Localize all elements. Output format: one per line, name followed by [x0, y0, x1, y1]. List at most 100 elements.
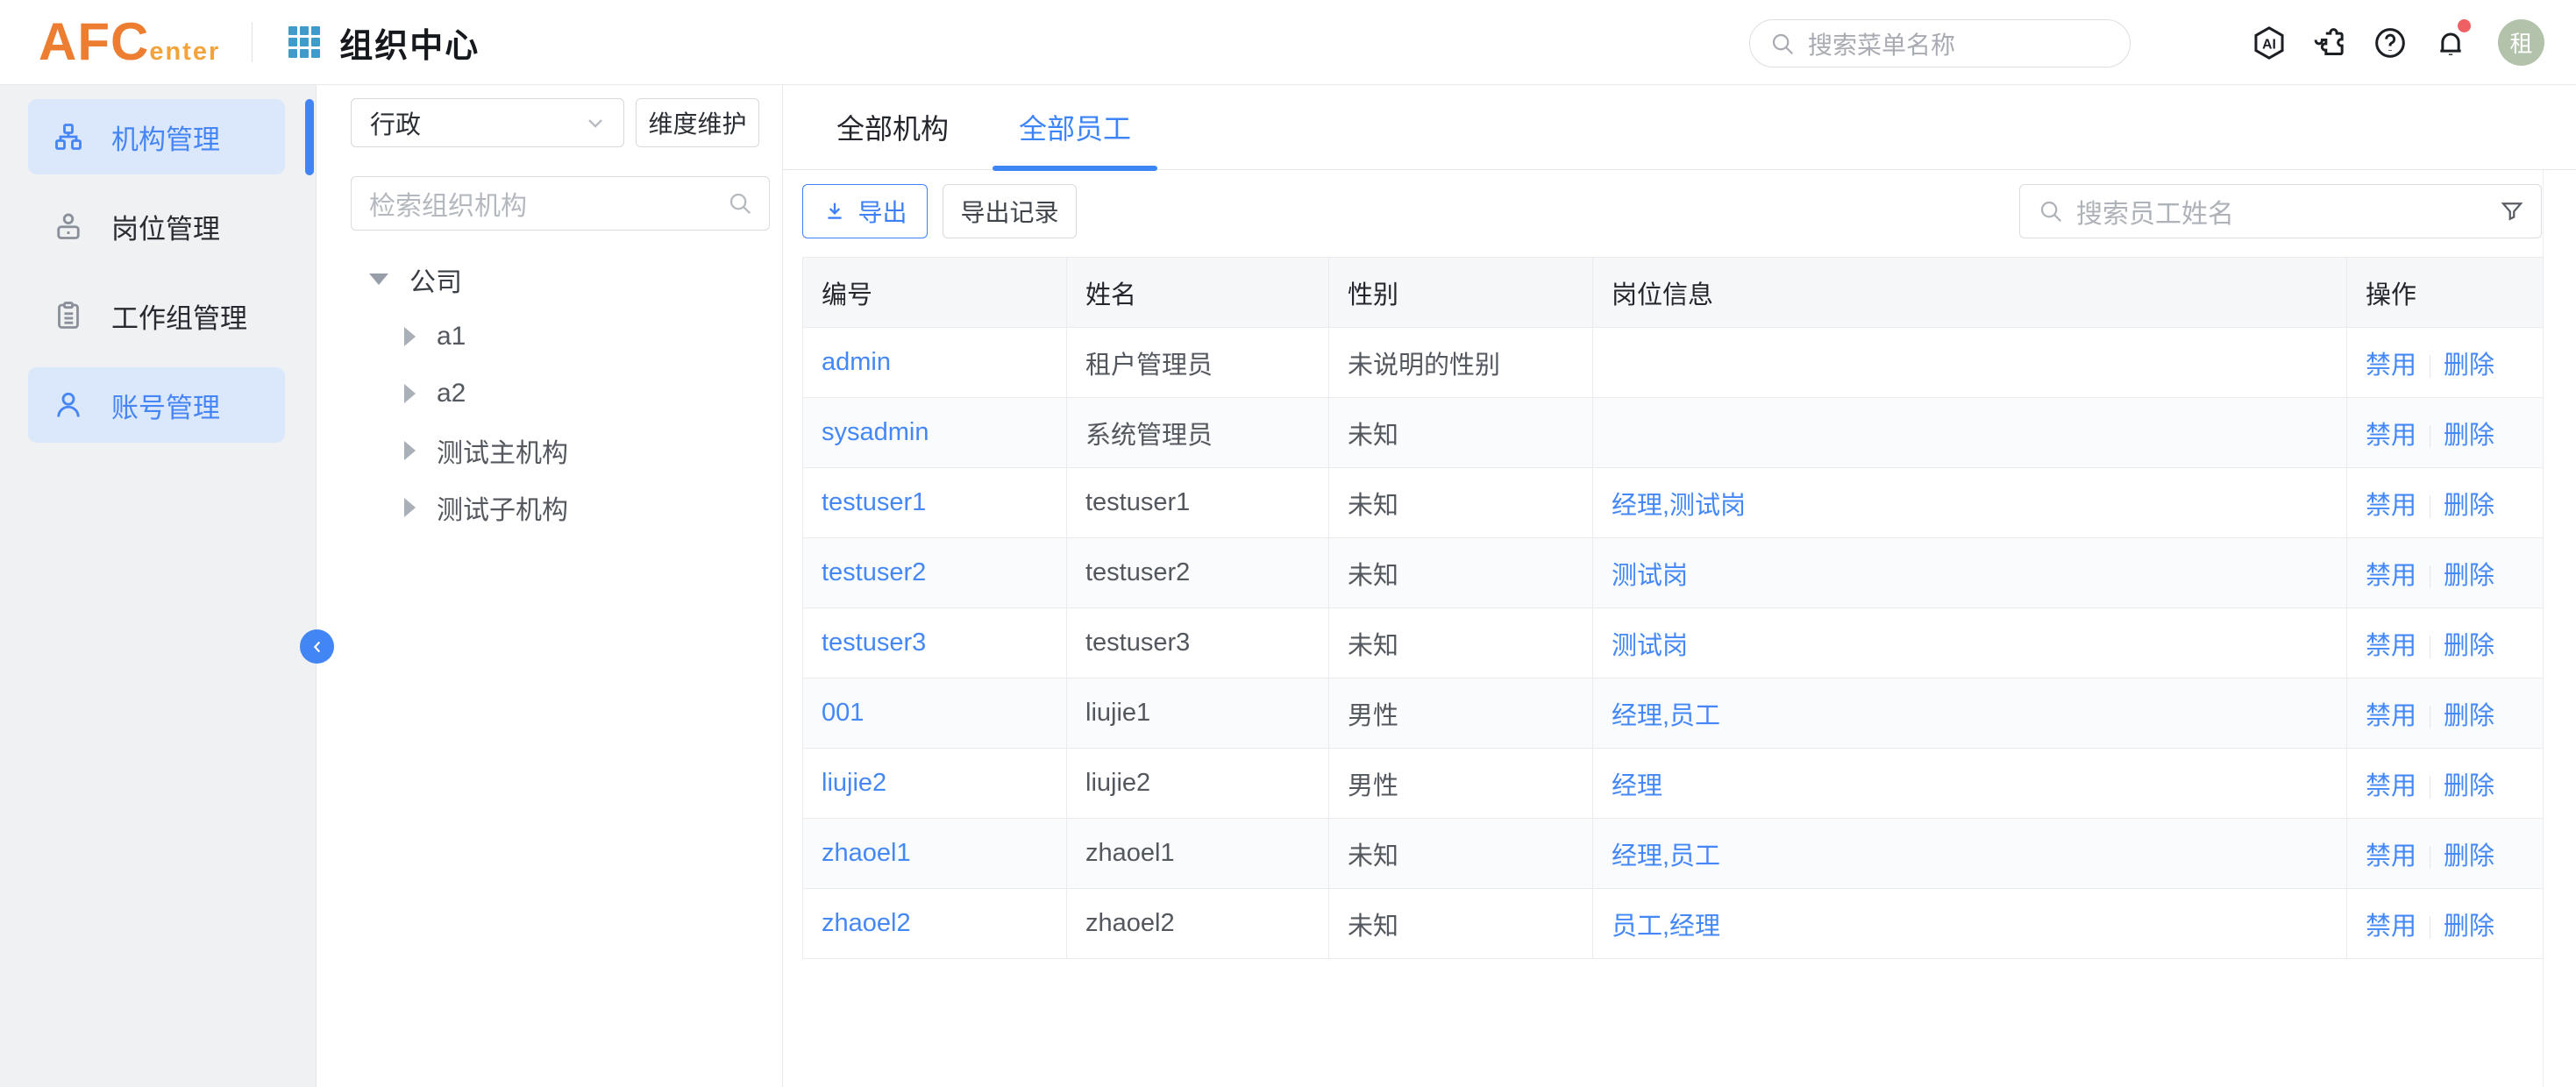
- tree-node[interactable]: a2: [317, 365, 782, 422]
- brand-logo[interactable]: AFC enter: [39, 16, 220, 68]
- sidebar-item-label: 工作组管理: [111, 296, 247, 336]
- delete-link[interactable]: 删除: [2444, 772, 2494, 800]
- employee-name: liujie1: [1067, 678, 1329, 749]
- dimension-select-value: 行政: [370, 104, 421, 141]
- row-actions: 禁用删除: [2347, 398, 2544, 468]
- employee-id-link[interactable]: testuser3: [822, 629, 926, 657]
- disable-link[interactable]: 禁用: [2366, 422, 2416, 450]
- menu-search-placeholder: 搜索菜单名称: [1808, 26, 1955, 61]
- disable-link[interactable]: 禁用: [2366, 913, 2416, 941]
- dimension-maintain-button[interactable]: 维度维护: [636, 98, 759, 147]
- employee-gender: 未知: [1329, 538, 1593, 608]
- tree-node[interactable]: 测试子机构: [317, 479, 782, 536]
- disable-link[interactable]: 禁用: [2366, 772, 2416, 800]
- tree-node-label: 公司: [409, 260, 462, 299]
- employee-id-link[interactable]: testuser1: [822, 488, 926, 516]
- disable-link[interactable]: 禁用: [2366, 562, 2416, 590]
- position-link[interactable]: 经理: [1612, 772, 1662, 800]
- filter-icon[interactable]: [2499, 198, 2525, 224]
- tab-all-employees[interactable]: 全部员工: [993, 85, 1157, 170]
- app-window: AFC enter 组织中心 搜索菜单名称 AI: [0, 0, 2576, 1087]
- caret-right-icon[interactable]: [404, 384, 416, 403]
- header-icon-group: AI: [2251, 0, 2544, 85]
- delete-link[interactable]: 删除: [2444, 352, 2494, 380]
- export-records-label: 导出记录: [960, 194, 1058, 229]
- employee-name: testuser1: [1067, 468, 1329, 538]
- employee-positions: 员工,经理: [1593, 889, 2347, 959]
- tree-node-label: 测试子机构: [437, 488, 568, 527]
- disable-link[interactable]: 禁用: [2366, 842, 2416, 870]
- employee-id-link[interactable]: zhaoel1: [822, 839, 911, 867]
- tab-all-organizations[interactable]: 全部机构: [810, 85, 975, 170]
- employee-id-link[interactable]: zhaoel2: [822, 909, 911, 937]
- position-link[interactable]: 经理,员工: [1612, 702, 1720, 730]
- employee-id-link[interactable]: admin: [822, 348, 891, 376]
- table-toolbar: 导出 导出记录 搜索员工姓名: [783, 170, 2576, 257]
- tree-node[interactable]: a1: [317, 308, 782, 365]
- delete-link[interactable]: 删除: [2444, 842, 2494, 870]
- employee-table: 编号 姓名 性别 岗位信息 操作 admin租户管理员未说明的性别禁用删除sys…: [802, 257, 2544, 959]
- delete-link[interactable]: 删除: [2444, 632, 2494, 660]
- employee-id-link[interactable]: testuser2: [822, 558, 926, 586]
- position-link[interactable]: 经理,测试岗: [1612, 492, 1746, 520]
- employee-search-input[interactable]: 搜索员工姓名: [2019, 184, 2542, 238]
- tree-node[interactable]: 测试主机构: [317, 422, 782, 479]
- delete-link[interactable]: 删除: [2444, 492, 2494, 520]
- caret-right-icon[interactable]: [404, 498, 416, 517]
- row-actions: 禁用删除: [2347, 819, 2544, 889]
- caret-down-icon[interactable]: [369, 274, 388, 285]
- caret-right-icon[interactable]: [404, 327, 416, 346]
- delete-link[interactable]: 删除: [2444, 913, 2494, 941]
- disable-link[interactable]: 禁用: [2366, 492, 2416, 520]
- table-row: liujie2liujie2男性经理禁用删除: [803, 749, 2544, 819]
- employee-name: zhaoel2: [1067, 889, 1329, 959]
- app-grid-icon: [288, 26, 320, 58]
- notification-badge: [2458, 19, 2471, 32]
- sidebar-item-workgroup-management[interactable]: 工作组管理: [28, 278, 285, 353]
- page-title: 组织中心: [339, 18, 480, 67]
- employee-positions: 经理,员工: [1593, 678, 2347, 749]
- plugin-icon[interactable]: [2311, 25, 2348, 61]
- position-link[interactable]: 测试岗: [1612, 632, 1688, 660]
- employee-id-link[interactable]: 001: [822, 699, 864, 727]
- column-header-name: 姓名: [1067, 258, 1329, 328]
- tree-node-root[interactable]: 公司: [317, 251, 782, 308]
- sidebar-item-account-management[interactable]: 账号管理: [28, 367, 285, 443]
- table-row: sysadmin 系统管理员未知 禁用删除: [803, 398, 2544, 468]
- employee-name: 系统管理员: [1067, 398, 1329, 468]
- caret-right-icon[interactable]: [404, 441, 416, 460]
- disable-link[interactable]: 禁用: [2366, 352, 2416, 380]
- employee-id-link[interactable]: sysadmin: [822, 418, 929, 446]
- row-actions: 禁用删除: [2347, 538, 2544, 608]
- export-records-button[interactable]: 导出记录: [943, 184, 1077, 238]
- chevron-down-icon: [583, 110, 608, 135]
- menu-search-input[interactable]: 搜索菜单名称: [1749, 19, 2131, 67]
- row-actions: 禁用删除: [2347, 889, 2544, 959]
- sidebar-item-position-management[interactable]: 岗位管理: [28, 188, 285, 264]
- collapse-panel-button[interactable]: [300, 629, 334, 664]
- help-icon[interactable]: [2372, 25, 2409, 61]
- notification-bell-icon[interactable]: [2432, 25, 2469, 61]
- position-link[interactable]: 员工,经理: [1612, 913, 1720, 941]
- delete-link[interactable]: 删除: [2444, 422, 2494, 450]
- user-avatar[interactable]: 租: [2498, 19, 2544, 66]
- employee-positions: 经理,测试岗: [1593, 468, 2347, 538]
- disable-link[interactable]: 禁用: [2366, 632, 2416, 660]
- org-search-input[interactable]: 检索组织机构: [351, 176, 770, 231]
- search-icon: [2038, 198, 2064, 224]
- export-button[interactable]: 导出: [802, 184, 928, 238]
- employee-gender: 未知: [1329, 398, 1593, 468]
- ai-assistant-icon[interactable]: AI: [2251, 25, 2288, 61]
- position-link[interactable]: 经理,员工: [1612, 842, 1720, 870]
- dimension-select[interactable]: 行政: [351, 98, 624, 147]
- employee-id-link[interactable]: liujie2: [822, 769, 886, 797]
- employee-name: 租户管理员: [1067, 328, 1329, 398]
- disable-link[interactable]: 禁用: [2366, 702, 2416, 730]
- row-actions: 禁用删除: [2347, 608, 2544, 678]
- sidebar-item-label: 岗位管理: [111, 207, 220, 246]
- sidebar-item-org-management[interactable]: 机构管理: [28, 99, 285, 174]
- position-link[interactable]: 测试岗: [1612, 562, 1688, 590]
- employee-gender: 未说明的性别: [1329, 328, 1593, 398]
- delete-link[interactable]: 删除: [2444, 702, 2494, 730]
- delete-link[interactable]: 删除: [2444, 562, 2494, 590]
